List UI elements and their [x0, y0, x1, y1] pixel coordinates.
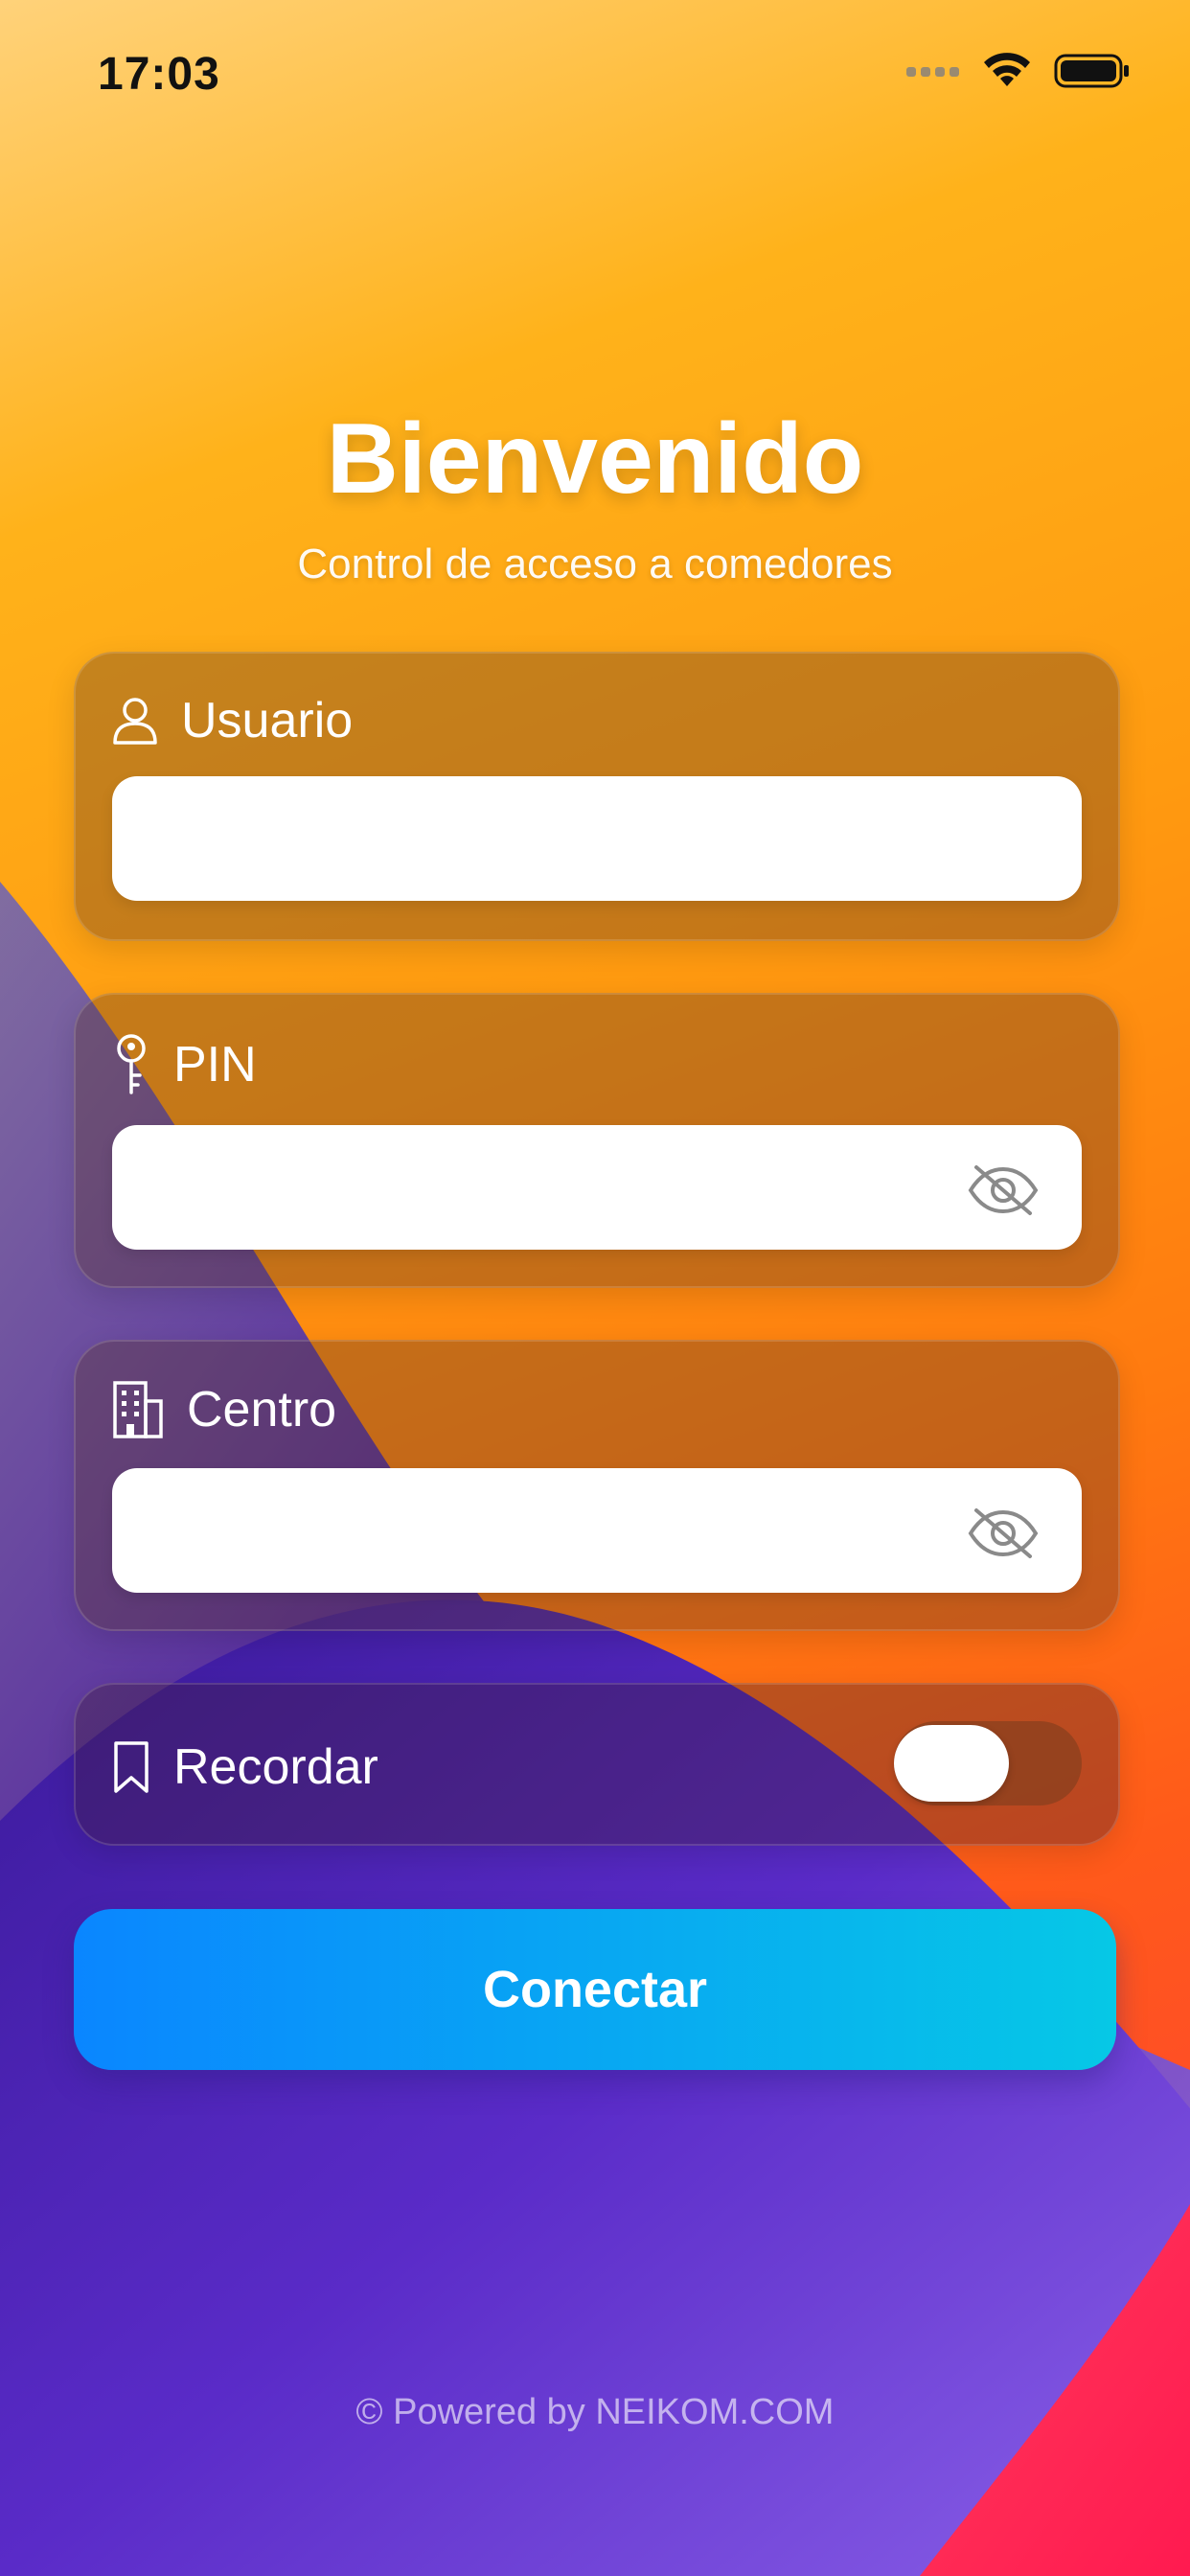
battery-icon	[1054, 54, 1129, 88]
eye-slash-icon[interactable]	[967, 1162, 1040, 1219]
page-title: Bienvenido	[326, 403, 864, 515]
pin-card: PIN	[74, 993, 1120, 1288]
key-icon	[117, 1034, 146, 1094]
remember-label: Recordar	[173, 1739, 378, 1795]
pin-label: PIN	[173, 1037, 257, 1092]
footer-credit: © Powered by NEIKOM.COM	[355, 2392, 835, 2432]
usuario-label: Usuario	[181, 693, 354, 748]
usuario-card: Usuario	[74, 652, 1120, 941]
connect-button[interactable]: Conectar	[74, 1909, 1116, 2070]
centro-input[interactable]	[112, 1468, 1082, 1593]
page-subtitle: Control de acceso a comedores	[297, 540, 893, 587]
usuario-input[interactable]	[112, 776, 1082, 901]
centro-label-row: Centro	[112, 1380, 336, 1439]
status-time: 17:03	[98, 49, 220, 100]
status-bar: 17:03	[0, 0, 1190, 144]
eye-slash-icon[interactable]	[967, 1505, 1040, 1562]
pin-input[interactable]	[112, 1125, 1082, 1250]
centro-label: Centro	[187, 1382, 337, 1438]
usuario-label-row: Usuario	[112, 692, 353, 749]
building-icon	[113, 1381, 163, 1438]
remember-label-row: Recordar	[112, 1738, 378, 1796]
bookmark-icon	[114, 1741, 149, 1793]
background-shapes	[0, 882, 1190, 2576]
remember-card: Recordar	[74, 1683, 1120, 1846]
person-icon	[113, 698, 157, 745]
background	[0, 0, 1190, 2576]
centro-card: Centro	[74, 1340, 1120, 1631]
toggle-knob	[894, 1725, 1009, 1802]
status-icons	[906, 52, 1131, 90]
cellular-signal-icon	[906, 67, 959, 77]
remember-toggle[interactable]	[894, 1721, 1082, 1806]
pin-label-row: PIN	[112, 1033, 257, 1096]
wifi-icon	[984, 53, 1030, 86]
